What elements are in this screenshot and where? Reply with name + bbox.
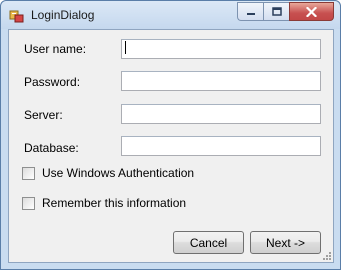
- password-input[interactable]: [121, 71, 321, 91]
- app-form-icon[interactable]: [9, 8, 25, 24]
- resize-grip-icon[interactable]: [322, 251, 332, 261]
- windows-auth-checkbox[interactable]: [22, 166, 35, 180]
- minimize-icon: [246, 12, 255, 15]
- dialog-body: User name: Password: Server: Database: U…: [8, 29, 334, 263]
- database-input[interactable]: [121, 136, 321, 156]
- text-caret: [125, 41, 126, 54]
- password-label: Password:: [24, 75, 81, 89]
- windows-auth-option[interactable]: Use Windows Authentication: [22, 166, 194, 180]
- remember-checkbox[interactable]: [22, 196, 35, 210]
- close-icon: [306, 6, 317, 17]
- caption-buttons: [237, 2, 334, 22]
- database-label: Database:: [24, 141, 79, 155]
- user-name-input[interactable]: [121, 39, 321, 59]
- maximize-icon: [271, 7, 282, 16]
- minimize-button[interactable]: [237, 2, 263, 21]
- maximize-button[interactable]: [263, 2, 289, 21]
- user-name-label: User name:: [24, 42, 87, 56]
- server-input[interactable]: [121, 104, 321, 124]
- title-bar[interactable]: LoginDialog: [1, 1, 340, 29]
- cancel-button[interactable]: Cancel: [173, 231, 244, 254]
- close-button[interactable]: [289, 2, 334, 21]
- next-button[interactable]: Next ->: [250, 231, 321, 254]
- server-label: Server:: [24, 108, 63, 122]
- window-title: LoginDialog: [31, 8, 95, 22]
- remember-option[interactable]: Remember this information: [22, 196, 186, 210]
- login-dialog-window: LoginDialog User name: Password: Server:…: [0, 0, 341, 270]
- remember-label[interactable]: Remember this information: [42, 196, 186, 210]
- windows-auth-label[interactable]: Use Windows Authentication: [42, 166, 194, 180]
